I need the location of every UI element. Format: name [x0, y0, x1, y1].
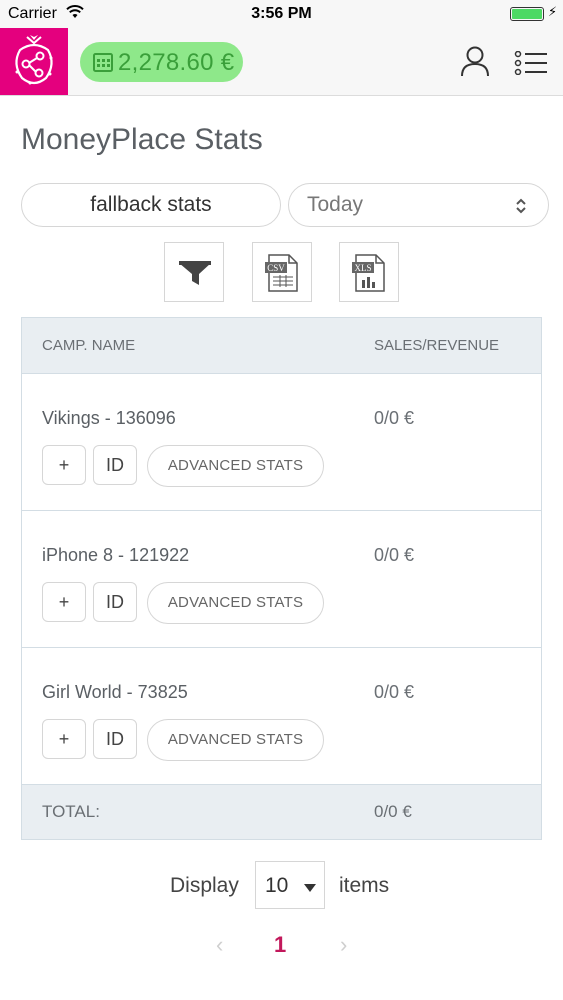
table-row: Vikings - 136096 0/0 € + ID ADVANCED STA… — [22, 374, 541, 511]
display-label: Display — [170, 874, 239, 897]
expand-button[interactable]: + — [42, 445, 86, 485]
table-total-row: TOTAL: 0/0 € — [22, 785, 541, 839]
per-page-select[interactable]: 10 — [255, 861, 325, 909]
fallback-stats-button[interactable]: fallback stats — [21, 183, 281, 227]
table-header: CAMP. NAME SALES/REVENUE — [22, 318, 541, 374]
previous-page-icon[interactable]: ‹ — [216, 932, 223, 958]
per-page-value: 10 — [265, 874, 289, 897]
status-bar: Carrier 3:56 PM ⚡ — [0, 0, 563, 28]
balance-badge[interactable]: 2,278.60 € — [80, 42, 243, 82]
table-row: iPhone 8 - 121922 0/0 € + ID ADVANCED ST… — [22, 511, 541, 648]
table-row: Girl World - 73825 0/0 € + ID ADVANCED S… — [22, 648, 541, 785]
user-icon[interactable] — [460, 45, 490, 82]
balance-amount: 2,278.60 € — [118, 49, 235, 76]
total-label: TOTAL: — [42, 802, 100, 821]
clock-time: 3:56 PM — [251, 5, 312, 22]
select-arrows-icon — [514, 196, 528, 221]
csv-file-icon: CSV — [265, 254, 298, 292]
advanced-stats-button[interactable]: ADVANCED STATS — [147, 719, 324, 761]
advanced-stats-button[interactable]: ADVANCED STATS — [147, 582, 324, 624]
campaign-revenue: 0/0 € — [374, 545, 415, 565]
id-button[interactable]: ID — [93, 582, 137, 622]
filter-icon — [179, 261, 211, 285]
campaign-name: Vikings - 136096 — [42, 408, 176, 428]
total-value: 0/0 € — [374, 802, 412, 821]
export-csv-button[interactable]: CSV — [252, 242, 312, 302]
logo-icon — [15, 35, 53, 85]
id-button[interactable]: ID — [93, 445, 137, 485]
campaign-name: Girl World - 73825 — [42, 682, 188, 702]
battery-icon — [510, 7, 544, 21]
period-value: Today — [307, 193, 364, 216]
menu-icon[interactable] — [514, 50, 548, 80]
xls-badge: XLS — [354, 263, 371, 273]
campaign-revenue: 0/0 € — [374, 408, 415, 428]
calendar-icon — [93, 52, 113, 77]
xls-file-icon: XLS — [352, 254, 385, 292]
advanced-stats-button[interactable]: ADVANCED STATS — [147, 445, 324, 487]
expand-button[interactable]: + — [42, 719, 86, 759]
app-logo[interactable] — [0, 28, 68, 95]
app-header: 2,278.60 € — [0, 28, 563, 96]
period-select[interactable]: Today — [288, 183, 549, 227]
dropdown-arrow-icon — [304, 880, 316, 898]
page-title: MoneyPlace Stats — [21, 123, 263, 156]
column-header-sales-revenue: SALES/REVENUE — [374, 337, 500, 354]
campaign-name: iPhone 8 - 121922 — [42, 545, 190, 565]
id-button[interactable]: ID — [93, 719, 137, 759]
csv-badge: CSV — [267, 263, 285, 273]
next-page-icon[interactable]: › — [340, 932, 347, 958]
stats-table: CAMP. NAME SALES/REVENUE Vikings - 13609… — [21, 317, 542, 840]
current-page[interactable]: 1 — [274, 932, 286, 958]
export-xls-button[interactable]: XLS — [339, 242, 399, 302]
filter-button[interactable] — [164, 242, 224, 302]
charging-icon: ⚡ — [548, 4, 558, 19]
items-label: items — [339, 874, 390, 897]
column-header-camp-name: CAMP. NAME — [42, 337, 136, 354]
expand-button[interactable]: + — [42, 582, 86, 622]
campaign-revenue: 0/0 € — [374, 682, 415, 702]
